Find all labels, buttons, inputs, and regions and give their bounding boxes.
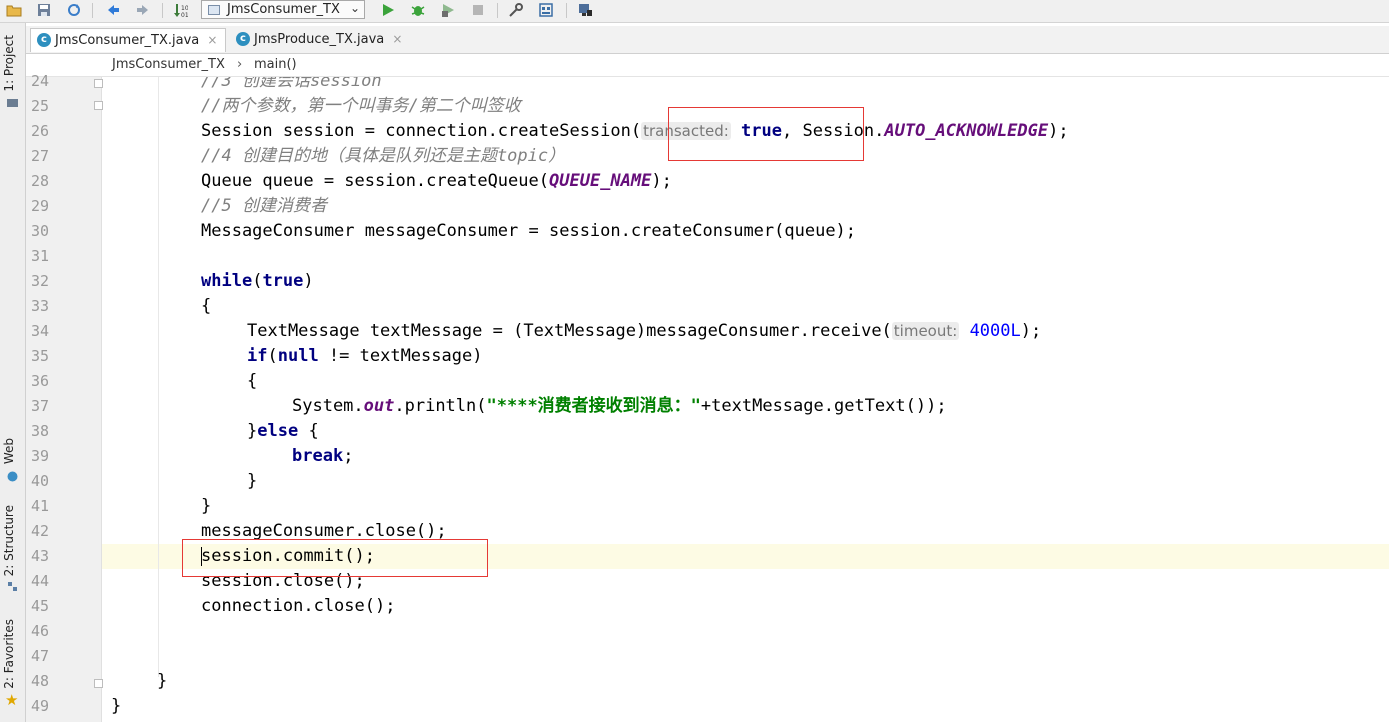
code-line-24: //3 创建会话session — [201, 77, 382, 91]
line-number: 39 — [31, 447, 50, 465]
code-line-37: System.out.println("****消费者接收到消息："+textM… — [292, 396, 947, 416]
code-line-30: MessageConsumer messageConsumer = sessio… — [201, 221, 857, 241]
project-structure-icon[interactable] — [538, 2, 554, 18]
breadcrumb-class[interactable]: JmsConsumer_TX — [112, 54, 225, 76]
line-number: 35 — [31, 347, 50, 365]
sync-icon[interactable] — [66, 2, 82, 18]
code-line-26: Session session = connection.createSessi… — [201, 121, 1069, 141]
editor-tabs: c JmsConsumer_TX.java × c JmsProduce_TX.… — [26, 26, 1389, 54]
config-icon — [208, 5, 220, 15]
chevron-down-icon: ⌄ — [349, 1, 360, 15]
tab-label: JmsProduce_TX.java — [254, 32, 385, 47]
line-number: 33 — [31, 297, 50, 315]
code-line-49: } — [111, 696, 122, 716]
code-line-35: if(null != textMessage) — [247, 346, 483, 366]
java-class-icon: c — [236, 32, 250, 46]
star-icon: ★ — [5, 691, 19, 709]
run-configuration-select[interactable]: JmsConsumer_TX ⌄ — [201, 0, 365, 19]
line-number: 40 — [31, 472, 50, 490]
line-number: 29 — [31, 197, 50, 215]
web-tool-tab[interactable]: Web — [2, 438, 16, 464]
code-line-45: connection.close(); — [201, 596, 396, 616]
back-icon[interactable] — [105, 2, 121, 18]
sdk-icon[interactable] — [577, 2, 593, 18]
breadcrumb-method[interactable]: main() — [254, 54, 297, 76]
toolbar-separator — [92, 3, 93, 18]
close-icon[interactable]: × — [392, 32, 402, 46]
coverage-icon[interactable] — [440, 2, 456, 18]
line-number: 30 — [31, 222, 50, 240]
tab-jmsproduce-tx[interactable]: c JmsProduce_TX.java × — [230, 28, 408, 52]
line-number: 45 — [31, 597, 50, 615]
line-number: 41 — [31, 497, 50, 515]
web-icon — [7, 471, 18, 482]
code-line-28: Queue queue = session.createQueue(QUEUE_… — [201, 171, 672, 191]
line-number: 34 — [31, 322, 50, 340]
close-icon[interactable]: × — [207, 33, 217, 47]
code-line-41: } — [201, 496, 212, 516]
parameter-hint: timeout: — [891, 322, 960, 340]
save-icon[interactable] — [36, 2, 52, 18]
line-number: 26 — [31, 122, 50, 140]
toolbar-separator — [162, 3, 163, 18]
java-class-icon: c — [37, 33, 51, 47]
code-line-38: }else { — [247, 421, 319, 441]
line-number: 46 — [31, 622, 50, 640]
line-number: 38 — [31, 422, 50, 440]
structure-icon — [8, 582, 17, 591]
folder-open-icon[interactable] — [6, 2, 22, 18]
line-number-gutter: 24 25 26 27 28 29 30 31 32 33 34 35 36 3… — [26, 72, 103, 722]
line-number: 37 — [31, 397, 50, 415]
code-editor[interactable]: //3 创建会话session //两个参数，第一个叫事务/第二个叫签收 Ses… — [102, 77, 1389, 722]
structure-tool-tab[interactable]: 2: Structure — [2, 505, 16, 576]
stop-icon[interactable] — [470, 2, 486, 18]
run-icon[interactable] — [380, 2, 396, 18]
svg-text:01: 01 — [181, 12, 188, 18]
line-number: 31 — [31, 247, 50, 265]
project-icon — [7, 99, 18, 107]
line-number: 47 — [31, 647, 50, 665]
line-number-current: 43 — [31, 547, 50, 565]
line-number: 44 — [31, 572, 50, 590]
code-line-39: break; — [292, 446, 354, 466]
toolbar-separator — [497, 3, 498, 18]
project-tool-tab[interactable]: 1: Project — [2, 35, 16, 92]
line-number: 36 — [31, 372, 50, 390]
code-line-40: } — [247, 471, 258, 491]
tool-window-strip: 1: Project Web 2: Structure 2: Favorites… — [0, 23, 26, 722]
code-line-29: //5 创建消费者 — [201, 196, 327, 216]
svg-text:10: 10 — [181, 5, 188, 12]
code-line-25: //两个参数，第一个叫事务/第二个叫签收 — [201, 96, 521, 116]
build-icon[interactable]: 1001 — [172, 2, 188, 18]
favorites-tool-tab[interactable]: 2: Favorites — [2, 619, 16, 689]
code-line-34: TextMessage textMessage = (TextMessage)m… — [247, 321, 1042, 341]
code-line-27: //4 创建目的地（具体是队列还是主题topic） — [201, 146, 566, 166]
line-number: 49 — [31, 697, 50, 715]
main-toolbar: 10 01 JmsConsumer_TX ⌄ — [0, 0, 1389, 23]
code-line-32: while(true) — [201, 271, 314, 291]
structure-icon[interactable] — [508, 2, 524, 18]
line-number: 42 — [31, 522, 50, 540]
breadcrumb-separator: › — [237, 57, 243, 72]
debug-icon[interactable] — [410, 2, 426, 18]
line-number: 48 — [31, 672, 50, 690]
forward-icon[interactable] — [135, 2, 151, 18]
code-line-36: { — [247, 371, 258, 391]
line-number: 28 — [31, 172, 50, 190]
toolbar-separator — [566, 3, 567, 18]
line-number: 27 — [31, 147, 50, 165]
line-number: 24 — [31, 72, 50, 90]
run-configuration-label: JmsConsumer_TX — [227, 2, 340, 17]
code-line-33: { — [201, 296, 212, 316]
tab-label: JmsConsumer_TX.java — [55, 33, 200, 48]
breadcrumb: JmsConsumer_TX › main() — [26, 54, 1389, 77]
line-number: 25 — [31, 97, 50, 115]
code-line-48: } — [157, 671, 168, 691]
indent-guide — [158, 77, 159, 677]
tab-jmsconsumer-tx[interactable]: c JmsConsumer_TX.java × — [30, 28, 226, 52]
annotation-box-commit — [182, 539, 488, 577]
line-number: 32 — [31, 272, 50, 290]
annotation-box-transacted — [668, 107, 864, 161]
